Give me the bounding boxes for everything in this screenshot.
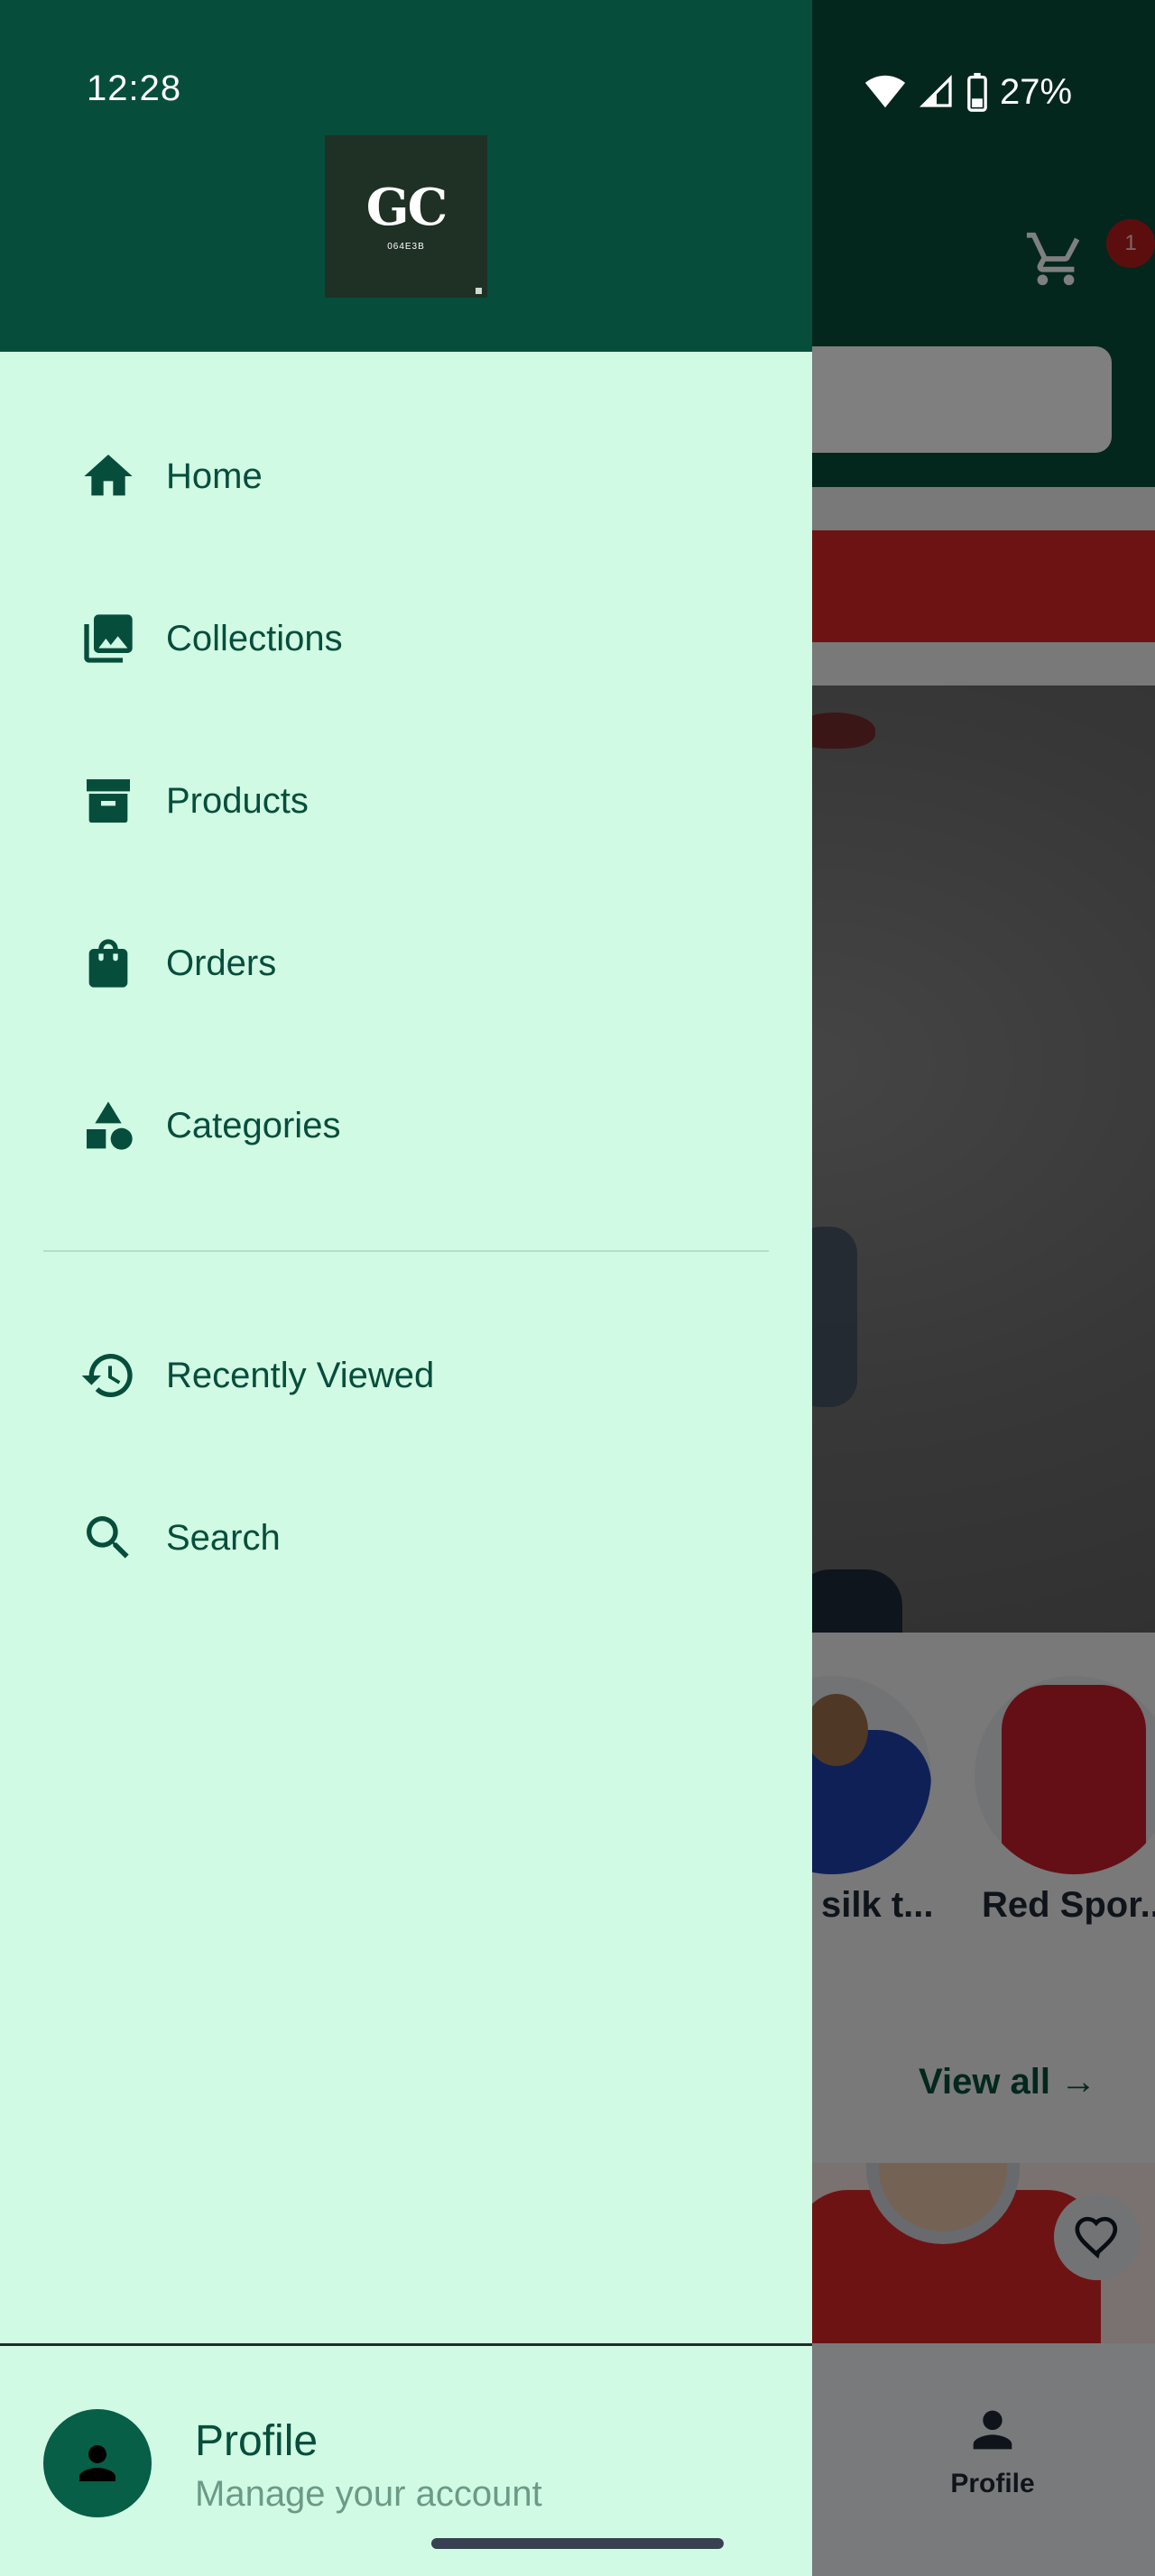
logo-mark: GC xyxy=(365,177,448,237)
drawer-item-search[interactable]: Search xyxy=(43,1470,769,1605)
home-icon xyxy=(43,447,173,505)
drawer-item-products[interactable]: Products xyxy=(43,733,769,869)
profile-title: Profile xyxy=(195,2417,319,2465)
drawer-item-label: Orders xyxy=(166,943,277,983)
profile-subtitle: Manage your account xyxy=(195,2474,542,2514)
navigation-drawer: GC 064E3B Home Collections Products Orde… xyxy=(0,0,812,2576)
search-icon xyxy=(43,1509,173,1567)
logo-subtext: 064E3B xyxy=(387,241,425,252)
drawer-item-label: Home xyxy=(166,455,263,496)
drawer-divider xyxy=(43,1250,769,1252)
avatar xyxy=(43,2409,152,2517)
person-icon xyxy=(79,2445,116,2481)
history-icon xyxy=(43,1347,173,1404)
drawer-item-label: Recently Viewed xyxy=(166,1355,435,1395)
drawer-item-label: Products xyxy=(166,780,309,821)
drawer-item-home[interactable]: Home xyxy=(43,409,769,544)
drawer-item-label: Categories xyxy=(166,1105,341,1145)
drawer-item-categories[interactable]: Categories xyxy=(43,1058,769,1193)
cellular-signal-icon xyxy=(919,74,952,107)
wifi-icon xyxy=(864,75,906,108)
drawer-item-label: Search xyxy=(166,1517,281,1558)
photo-library-icon xyxy=(43,610,173,667)
status-icons: 27% xyxy=(864,69,1072,115)
drawer-item-label: Collections xyxy=(166,618,343,658)
battery-icon xyxy=(967,72,987,112)
logo-dot xyxy=(476,288,482,294)
drawer-header: GC 064E3B xyxy=(0,0,812,352)
gesture-home-indicator[interactable] xyxy=(431,2538,724,2549)
store-logo: GC 064E3B xyxy=(325,135,487,298)
battery-percentage: 27% xyxy=(1000,71,1073,112)
shopping-bag-icon xyxy=(43,934,173,992)
drawer-item-recently-viewed[interactable]: Recently Viewed xyxy=(43,1308,769,1443)
archive-box-icon xyxy=(43,772,173,830)
category-shapes-icon xyxy=(43,1097,173,1155)
drawer-item-collections[interactable]: Collections xyxy=(43,571,769,706)
drawer-item-orders[interactable]: Orders xyxy=(43,896,769,1031)
status-time: 12:28 xyxy=(87,69,182,108)
